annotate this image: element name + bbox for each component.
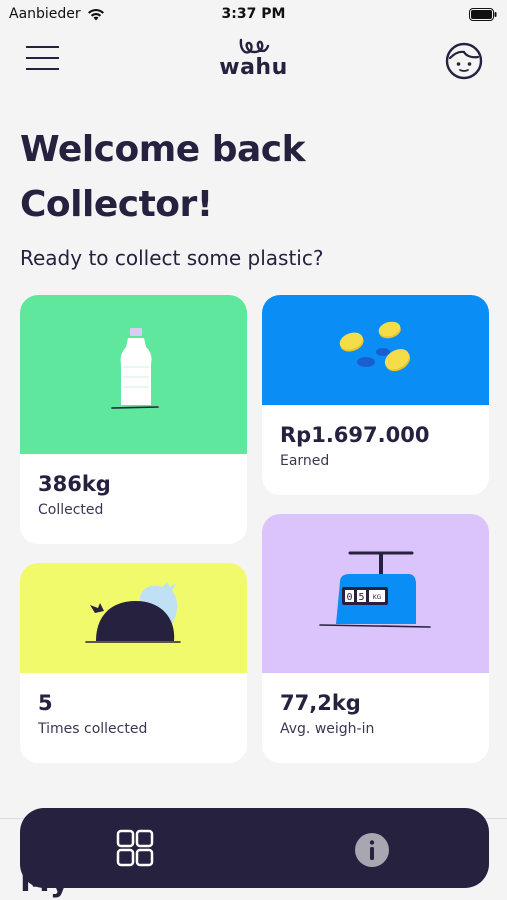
welcome-title-line2: Collector! [20,184,213,225]
earned-label: Earned [280,453,330,469]
app-header: wahu [0,34,507,94]
logo-wordmark: wahu [219,55,288,80]
welcome-title: Welcome back Collector! [20,122,490,232]
battery-icon [469,8,497,21]
dashboard-grid-icon [116,829,154,867]
times-collected-label: Times collected [38,721,148,737]
avg-weighin-value: 77,2kg [280,691,361,715]
info-icon [355,833,389,867]
profile-face-icon [445,42,483,80]
welcome-subtitle: Ready to collect some plastic? [20,246,324,270]
collected-label: Collected [38,502,104,518]
trash-bags-icon [85,582,181,643]
earned-card-art [262,295,489,405]
coins-icon [339,321,411,372]
collected-value: 386kg [38,472,111,496]
wahu-logo: wahu [0,36,507,80]
plastic-bottle-icon [111,328,159,409]
times-collected-value: 5 [38,691,53,715]
scale-icon: 0 5 KG [319,551,431,628]
scale-digit-1: 5 [358,592,364,603]
scale-digit-0: 0 [346,592,352,603]
earned-card[interactable]: Rp1.697.000 Earned [262,295,489,495]
bottom-navigation [20,808,489,888]
avg-weighin-card[interactable]: 0 5 KG 77,2kg Avg. weigh-in [262,514,489,763]
clock: 3:37 PM [221,6,286,22]
times-collected-card[interactable]: 5 Times collected [20,563,247,763]
collected-card[interactable]: 386kg Collected [20,295,247,544]
status-bar: Aanbieder 3:37 PM [0,0,507,28]
nav-dashboard-button[interactable] [116,829,154,867]
collected-card-art [20,295,247,454]
times-collected-card-art [20,563,247,673]
profile-button[interactable] [445,42,483,80]
avg-weighin-card-art: 0 5 KG [262,514,489,673]
earned-value: Rp1.697.000 [280,423,430,447]
avg-weighin-label: Avg. weigh-in [280,721,375,737]
welcome-section: Welcome back Collector! Ready to collect… [20,122,490,270]
nav-info-button[interactable] [354,832,390,868]
scale-unit: KG [373,594,382,601]
welcome-title-line1: Welcome back [20,129,306,170]
